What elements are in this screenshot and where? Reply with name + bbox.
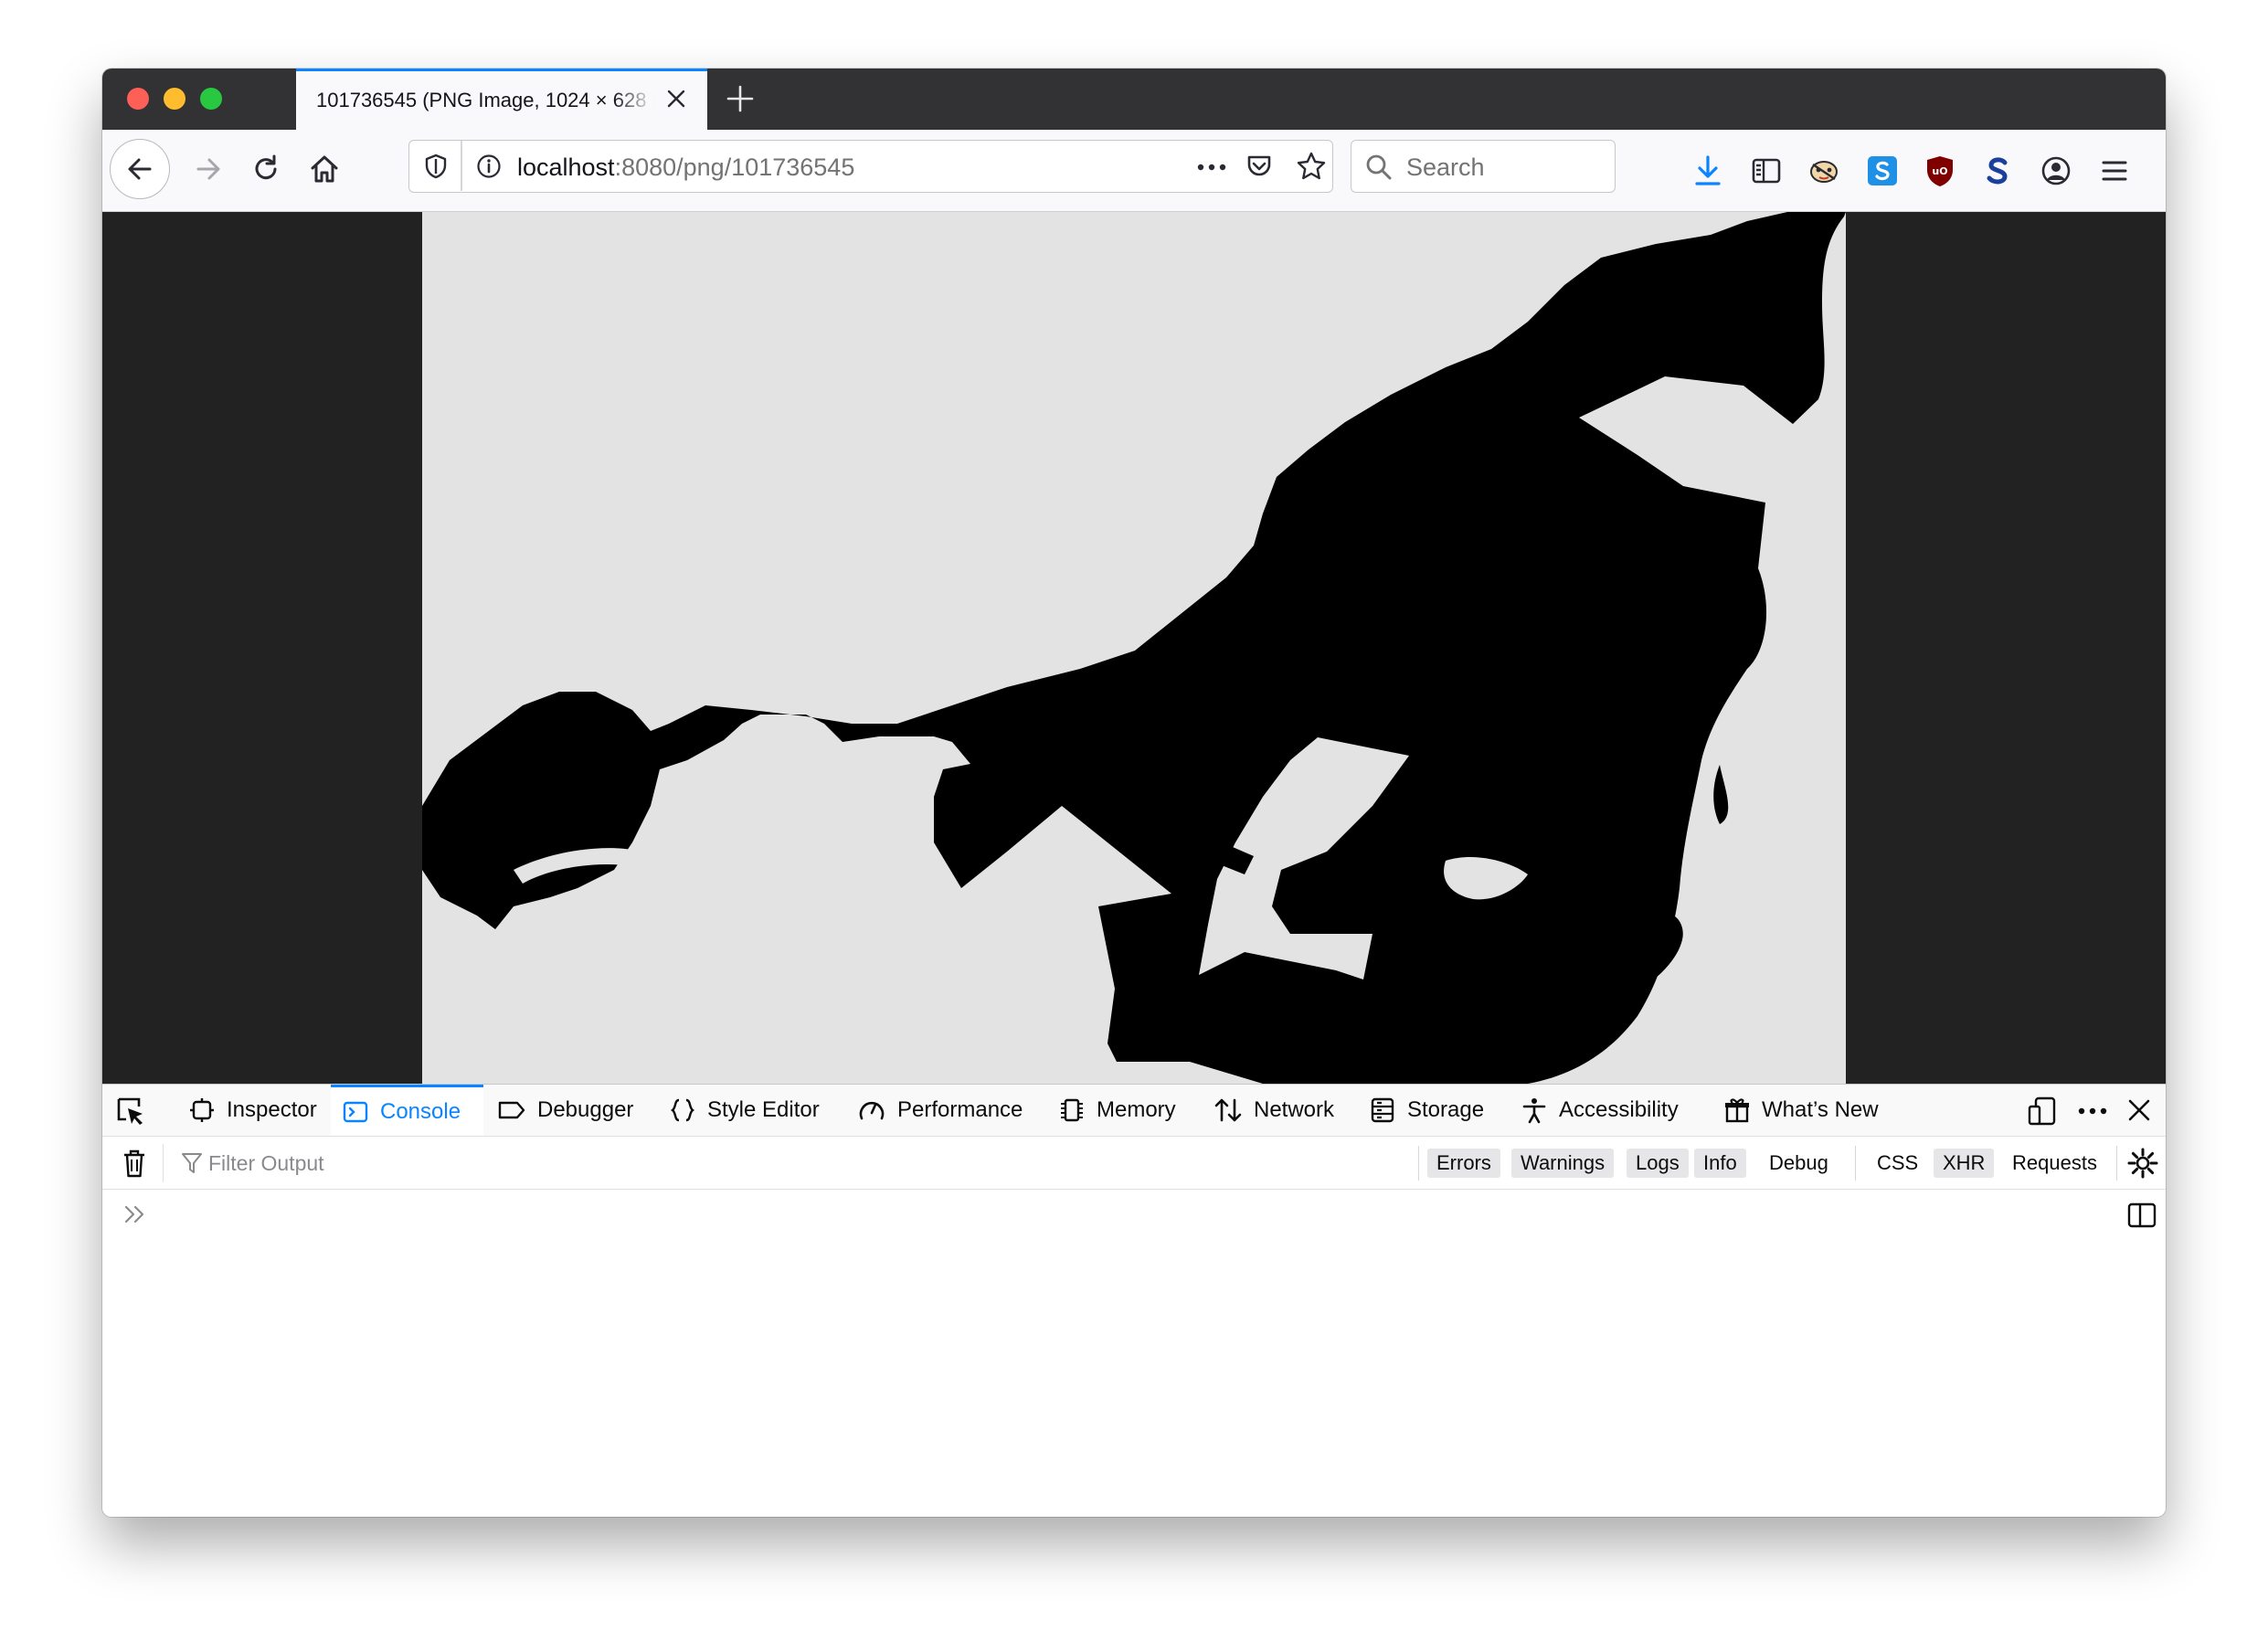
home-button[interactable] [302,147,346,191]
filter-errors-button[interactable]: Errors [1427,1149,1500,1178]
devtools-toolbar: Inspector Console Debugger Style Editor … [102,1085,2166,1137]
page-content [102,212,2166,1084]
filter-separator-left [1418,1146,1419,1181]
active-tab[interactable]: 101736545 (PNG Image, 1024 × 628 pixels) [296,69,707,130]
back-button[interactable] [110,139,170,199]
close-window-button[interactable] [127,88,149,110]
style-editor-icon [671,1098,694,1122]
tab-storage-label: Storage [1407,1097,1485,1122]
search-bar[interactable]: Search [1351,140,1616,193]
site-info-icon[interactable] [475,153,503,185]
url-host: localhost [517,154,615,181]
console-filter-bar: Filter Output Errors Warnings Logs Info … [102,1137,2166,1190]
close-devtools-icon[interactable] [2125,1096,2153,1128]
tab-whats-new[interactable]: What’s New [1723,1085,1879,1136]
forward-button[interactable] [186,147,230,191]
filter-output-input[interactable]: Filter Output [208,1151,324,1176]
bookmark-star-icon[interactable] [1296,151,1327,186]
debugger-icon [498,1101,525,1119]
zoom-window-button[interactable] [200,88,222,110]
tab-storage[interactable]: Storage [1369,1085,1484,1136]
png-image [422,212,1846,1084]
tab-accessibility-label: Accessibility [1559,1097,1679,1122]
inspector-icon [190,1098,214,1122]
tab-memory-label: Memory [1097,1097,1176,1122]
performance-icon [859,1101,885,1120]
close-tab-icon[interactable] [665,88,687,110]
filter-funnel-icon [181,1151,203,1180]
tab-debugger-label: Debugger [537,1097,634,1122]
filter-info-button[interactable]: Info [1694,1149,1746,1178]
filter-logs-button[interactable]: Logs [1627,1149,1689,1178]
tab-inspector-label: Inspector [227,1097,317,1122]
element-picker-icon[interactable] [115,1096,146,1131]
url-bar[interactable]: localhost:8080/png/101736545 [408,140,1333,193]
url-text: localhost:8080/png/101736545 [517,154,854,182]
island-map-graphic [422,212,1846,1084]
tracking-protection-shield-icon[interactable] [422,153,450,185]
filter-debug-button[interactable]: Debug [1760,1149,1838,1178]
console-prompt-chevron-icon[interactable] [122,1202,148,1232]
tab-accessibility[interactable]: Accessibility [1521,1085,1679,1136]
filter-requests-button[interactable]: Requests [2003,1149,2106,1178]
navigation-toolbar: localhost:8080/png/101736545 Search uO [102,130,2166,212]
skype-extension-icon[interactable] [1866,154,1899,192]
reload-icon [255,154,277,180]
devtools-panel: Inspector Console Debugger Style Editor … [102,1084,2166,1517]
search-placeholder: Search [1406,154,1485,181]
tab-network-label: Network [1254,1097,1335,1122]
extension-face-icon[interactable] [1807,155,1840,191]
tab-inspector[interactable]: Inspector [175,1085,317,1136]
tab-memory[interactable]: Memory [1058,1085,1176,1136]
filter-separator-right [1855,1146,1856,1181]
sidebar-icon[interactable] [1751,155,1782,191]
tab-console-label: Console [380,1098,461,1124]
console-settings-gear-icon[interactable] [2127,1148,2158,1183]
tab-performance[interactable]: Performance [857,1085,1023,1136]
reload-button[interactable] [244,147,288,191]
tab-whats-new-label: What’s New [1762,1097,1879,1122]
search-icon [1364,153,1394,186]
svg-text:uO: uO [1932,165,1947,177]
tab-style-editor-label: Style Editor [707,1097,820,1122]
filter-warnings-button[interactable]: Warnings [1511,1149,1615,1178]
home-icon [311,155,338,183]
ublock-origin-icon[interactable]: uO [1924,154,1955,192]
responsive-design-icon[interactable] [2027,1096,2058,1131]
tab-network[interactable]: Network [1213,1085,1334,1136]
filter-separator [163,1144,164,1182]
title-bar: 101736545 (PNG Image, 1024 × 628 pixels) [102,69,2166,130]
tab-title: 101736545 (PNG Image, 1024 × 628 pixels) [316,89,654,111]
tab-console[interactable]: Console [331,1085,483,1136]
filter-separator-settings [2116,1146,2117,1181]
s-extension-icon[interactable] [1983,154,2012,192]
url-path: :8080/png/101736545 [614,154,855,181]
memory-icon [1061,1098,1083,1122]
console-sidebar-toggle-icon[interactable] [2127,1202,2157,1234]
network-icon [1214,1098,1242,1122]
pocket-icon[interactable] [1245,152,1274,185]
tab-performance-label: Performance [897,1097,1023,1122]
page-actions-icon[interactable] [1195,154,1228,185]
tab-style-editor[interactable]: Style Editor [669,1085,820,1136]
new-tab-icon[interactable] [726,84,755,113]
app-menu-icon[interactable] [2100,156,2129,190]
url-separator [461,141,462,191]
console-icon [343,1101,368,1122]
accessibility-icon [1522,1098,1546,1124]
forward-arrow-icon [196,158,220,180]
downloads-icon[interactable] [1692,154,1723,192]
storage-icon [1371,1097,1394,1123]
browser-window: 101736545 (PNG Image, 1024 × 628 pixels) [102,69,2166,1517]
filter-css-button[interactable]: CSS [1868,1149,1927,1178]
devtools-menu-icon[interactable] [2076,1096,2109,1131]
back-arrow-icon [128,158,152,180]
gift-icon [1725,1098,1749,1123]
filter-xhr-button[interactable]: XHR [1934,1149,1995,1178]
clear-console-trash-icon[interactable] [121,1148,148,1183]
minimize-window-button[interactable] [164,88,185,110]
account-icon[interactable] [2040,154,2072,192]
tab-debugger[interactable]: Debugger [497,1085,633,1136]
